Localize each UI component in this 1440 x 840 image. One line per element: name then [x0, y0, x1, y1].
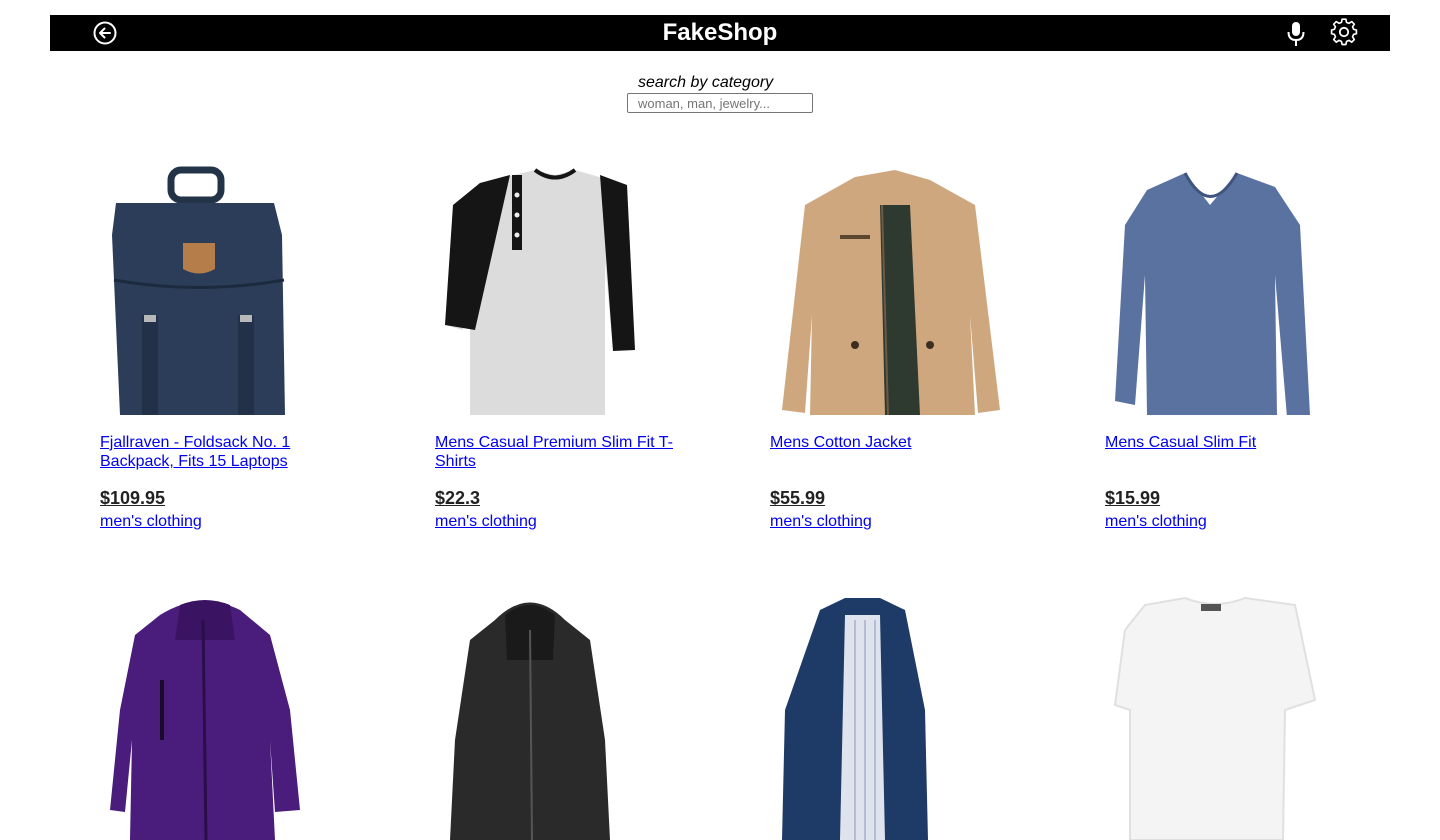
product-image-leather-jacket[interactable] [435, 590, 675, 840]
product-image-backpack[interactable] [100, 165, 340, 415]
category-search-input[interactable] [627, 93, 813, 113]
product-title-link[interactable]: Fjallraven - Foldsack No. 1 Backpack, Fi… [100, 433, 340, 471]
product-image-purple-jacket[interactable] [100, 590, 340, 840]
search-label: search by category [638, 74, 774, 91]
product-image-raglan-tshirt[interactable] [435, 165, 675, 415]
product-category-link[interactable]: men's clothing [435, 513, 537, 531]
gear-icon[interactable] [1330, 18, 1358, 46]
product-image-navy-trench[interactable] [770, 590, 1010, 840]
back-arrow-icon[interactable] [93, 21, 117, 45]
product-category-link[interactable]: men's clothing [100, 513, 202, 531]
product-price[interactable]: $109.95 [100, 488, 165, 509]
top-navbar: FakeShop [50, 15, 1390, 51]
product-price[interactable]: $55.99 [770, 488, 825, 509]
product-image-cotton-jacket[interactable] [770, 165, 1010, 415]
product-title-link[interactable]: Mens Casual Premium Slim Fit T-Shirts [435, 433, 675, 471]
product-title-link[interactable]: Mens Cotton Jacket [770, 433, 1010, 452]
product-title-link[interactable]: Mens Casual Slim Fit [1105, 433, 1345, 452]
product-category-link[interactable]: men's clothing [1105, 513, 1207, 531]
microphone-icon[interactable] [1285, 21, 1307, 47]
product-category-link[interactable]: men's clothing [770, 513, 872, 531]
app-title: FakeShop [662, 19, 778, 46]
product-image-longsleeve-tee[interactable] [1105, 165, 1345, 415]
product-image-white-tee[interactable] [1105, 590, 1345, 840]
product-price[interactable]: $22.3 [435, 488, 480, 509]
product-price[interactable]: $15.99 [1105, 488, 1160, 509]
